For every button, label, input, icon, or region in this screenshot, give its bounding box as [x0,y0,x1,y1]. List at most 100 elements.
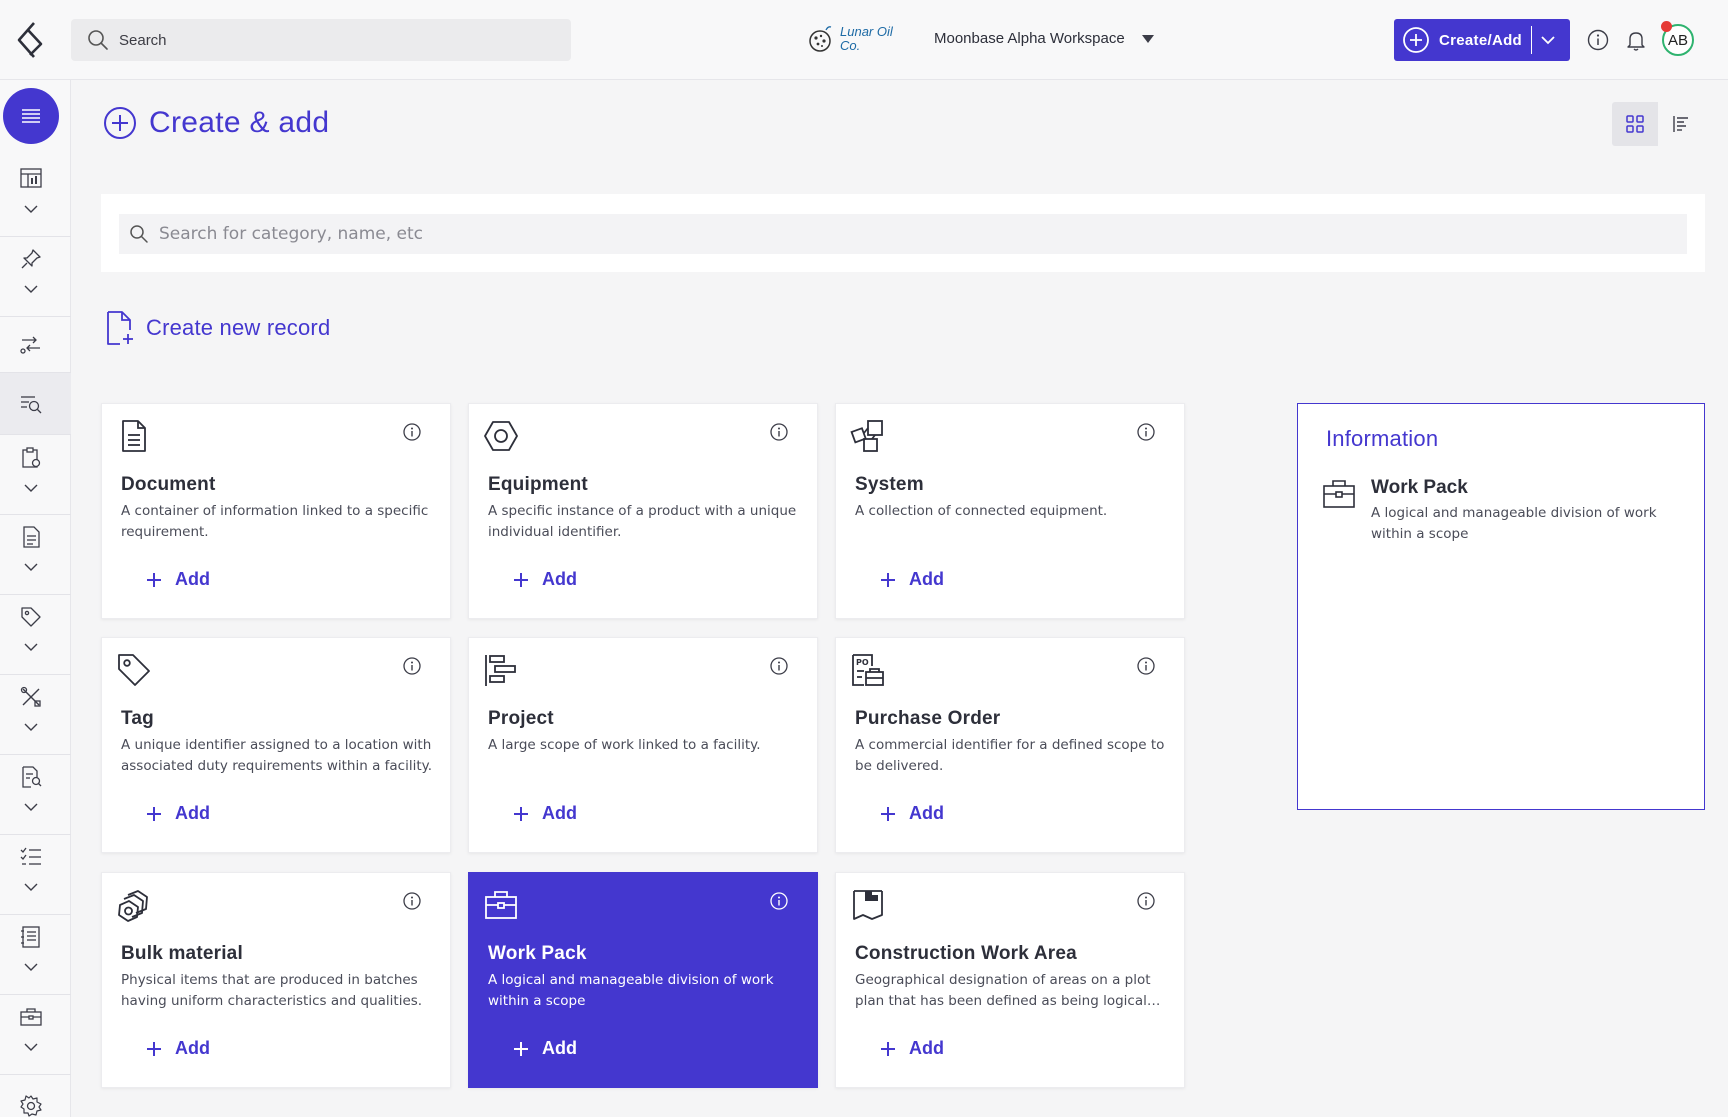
info-icon[interactable] [1586,28,1610,52]
card-description: A logical and manageable division of wor… [488,972,774,1009]
nav-group-tools[interactable] [0,675,71,755]
search-list-icon [19,392,43,416]
chevron-down-icon[interactable] [22,200,40,218]
add-label: Add [175,1038,210,1058]
notebook-icon [19,925,43,949]
grid-view-button[interactable] [1612,102,1658,146]
top-bar: Lunar Oil Co. Moonbase Alpha Workspace C… [0,0,1728,80]
nav-group-search[interactable] [0,373,71,435]
record-card-work-pack[interactable]: Work Pack A logical and manageable divis… [468,872,818,1088]
category-search-input[interactable] [159,224,1559,244]
category-search[interactable] [119,214,1687,254]
chevron-down-icon[interactable] [22,638,40,656]
card-description: A unique identifier assigned to a locati… [121,737,432,774]
project-icon [483,652,519,688]
card-description: Physical items that are produced in batc… [121,972,423,1009]
card-description: A large scope of work linked to a facili… [488,737,761,753]
plus-icon [512,571,530,589]
page-title-text: Create & add [149,106,330,139]
nav-group-dashboard[interactable] [0,156,71,237]
add-equipment-button[interactable]: Add [512,569,577,590]
info-icon[interactable] [769,656,789,676]
record-card-construction-work-area[interactable]: Construction Work Area Geographical desi… [835,872,1185,1088]
info-icon[interactable] [1136,422,1156,442]
card-title: System [855,474,924,495]
information-panel-title: Information [1326,426,1439,451]
chevron-down-icon[interactable] [22,958,40,976]
global-search-input[interactable] [119,31,519,49]
record-card-tag[interactable]: Tag A unique identifier assigned to a lo… [101,637,451,853]
chevron-down-icon[interactable] [22,798,40,816]
workspace-name: Moonbase Alpha Workspace [934,30,1125,47]
plus-icon [879,805,897,823]
info-icon[interactable] [769,891,789,911]
record-card-project[interactable]: Project A large scope of work linked to … [468,637,818,853]
nav-group-pinned[interactable] [0,237,71,317]
app-logo-icon[interactable] [14,20,48,60]
bulk-material-icon [116,887,152,923]
info-icon[interactable] [402,422,422,442]
nav-group-tags[interactable] [0,595,71,675]
information-item-description: A logical and manageable division of wor… [1371,505,1657,542]
record-card-bulk-material[interactable]: Bulk material Physical items that are pr… [101,872,451,1088]
nav-group-reviews[interactable] [0,755,71,835]
chevron-down-icon[interactable] [22,558,40,576]
document-icon [116,418,152,454]
chevron-down-icon[interactable] [22,280,40,298]
card-title: Work Pack [488,943,587,964]
card-title: Bulk material [121,943,243,964]
info-icon[interactable] [402,656,422,676]
info-icon[interactable] [402,891,422,911]
info-icon[interactable] [769,422,789,442]
add-system-button[interactable]: Add [879,569,944,590]
chevron-down-icon[interactable] [1540,32,1556,48]
record-card-purchase-order[interactable]: PO Purchase Order A commercial identifie… [835,637,1185,853]
company-name: Lunar Oil Co. [840,24,893,53]
create-add-button[interactable]: Create/Add [1394,19,1570,61]
nav-group-work-packs[interactable] [0,995,71,1075]
plus-circle-icon [103,106,137,140]
nav-group-transfers[interactable] [0,317,71,373]
card-description: Geographical designation of areas on a p… [855,972,1151,1009]
information-panel: Information Work Pack A logical and mana… [1297,403,1705,810]
nav-group-checklists[interactable] [0,835,71,915]
add-purchase-order-button[interactable]: Add [879,803,944,824]
info-icon[interactable] [1136,891,1156,911]
add-project-button[interactable]: Add [512,803,577,824]
user-avatar[interactable]: AB [1661,21,1694,56]
work-pack-icon [1322,478,1356,510]
record-card-system[interactable]: System A collection of connected equipme… [835,403,1185,619]
gear-icon[interactable] [19,1094,43,1117]
nav-group-documents[interactable] [0,515,71,595]
add-label: Add [909,803,944,823]
document-search-icon [19,765,43,789]
info-icon[interactable] [1136,656,1156,676]
add-construction-work-area-button[interactable]: Add [879,1038,944,1059]
nav-group-registers[interactable] [0,915,71,995]
list-icon [1673,116,1688,132]
list-view-button[interactable] [1658,102,1704,146]
add-bulk-material-button[interactable]: Add [145,1038,210,1059]
tag-icon [116,652,152,688]
bell-icon[interactable] [1624,28,1648,52]
chevron-down-icon[interactable] [22,718,40,736]
work-pack-icon [483,887,519,923]
workspace-selector[interactable]: Moonbase Alpha Workspace [934,30,1154,47]
add-document-button[interactable]: Add [145,569,210,590]
dashboard-icon [19,166,43,190]
chevron-down-icon[interactable] [22,878,40,896]
chevron-down-icon[interactable] [22,1038,40,1056]
record-card-equipment[interactable]: Equipment A specific instance of a produ… [468,403,818,619]
plus-icon [512,805,530,823]
add-tag-button[interactable]: Add [145,803,210,824]
card-title: Document [121,474,216,495]
chevron-down-icon[interactable] [22,479,40,497]
section-title: Create new record [106,310,330,346]
main-menu-button[interactable] [3,88,59,144]
add-work-pack-button[interactable]: Add [512,1038,577,1059]
grid-icon [1626,115,1644,133]
global-search[interactable] [71,19,571,61]
record-card-document[interactable]: Document A container of information link… [101,403,451,619]
tag-icon [19,605,43,629]
nav-group-tasks[interactable] [0,435,71,515]
